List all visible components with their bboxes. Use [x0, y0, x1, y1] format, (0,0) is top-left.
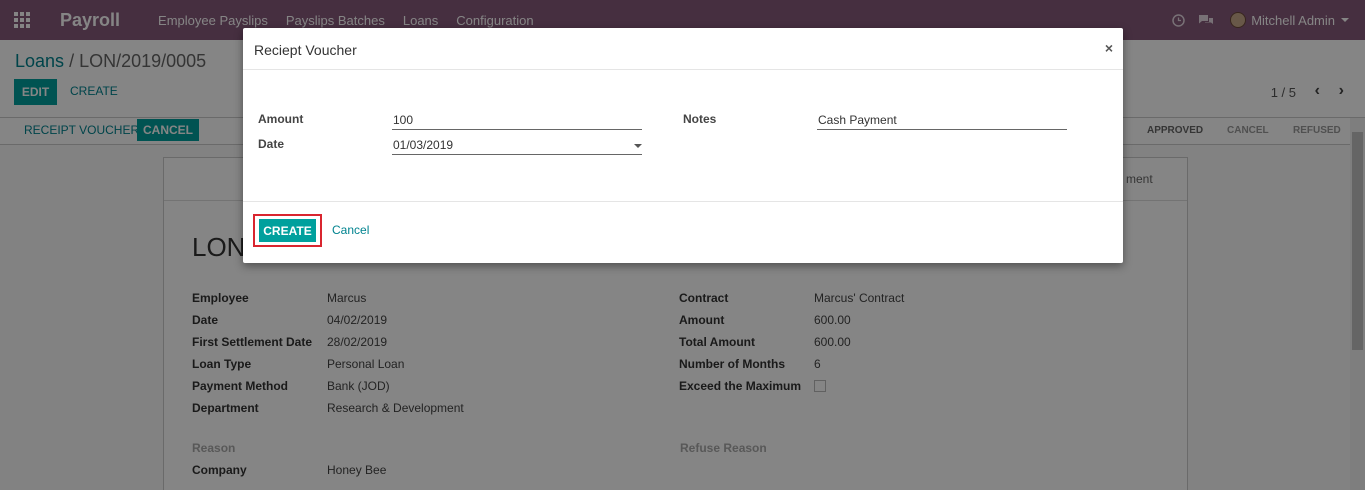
notes-input[interactable]: [817, 110, 1067, 130]
chevron-down-icon[interactable]: [634, 144, 642, 148]
close-icon[interactable]: ×: [1105, 40, 1113, 56]
amount-input[interactable]: [392, 110, 642, 130]
date-input[interactable]: [392, 135, 642, 155]
highlight-box: CREATE: [253, 214, 322, 247]
amount-label: Amount: [258, 112, 304, 126]
notes-label: Notes: [683, 112, 717, 126]
create-voucher-button[interactable]: CREATE: [259, 219, 316, 242]
date-label: Date: [258, 137, 285, 151]
receipt-voucher-dialog: Reciept Voucher × Amount Date Notes CREA…: [243, 28, 1123, 263]
dialog-header: Reciept Voucher ×: [243, 28, 1123, 70]
dialog-title: Reciept Voucher: [254, 42, 357, 58]
dialog-footer: CREATE Cancel: [243, 201, 1123, 263]
cancel-dialog-button[interactable]: Cancel: [332, 223, 369, 237]
